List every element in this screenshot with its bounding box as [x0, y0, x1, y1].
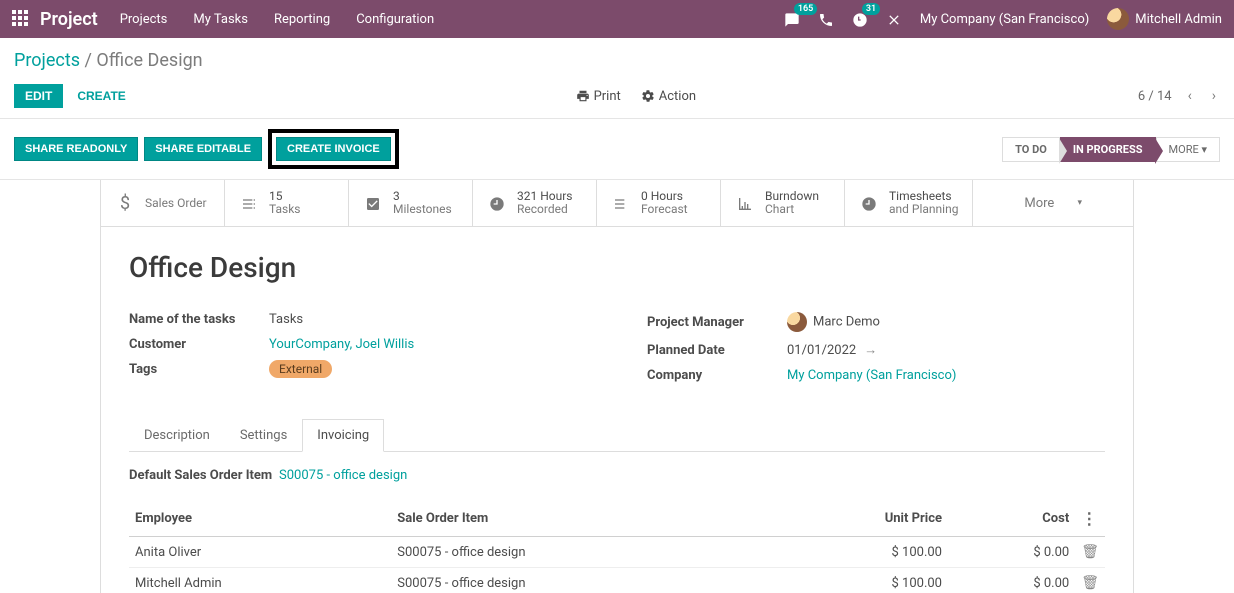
tab-invoicing[interactable]: Invoicing [302, 419, 384, 452]
value-company[interactable]: My Company (San Francisco) [787, 368, 956, 383]
tab-description[interactable]: Description [129, 419, 225, 452]
stat-hours-recorded[interactable]: 321 HoursRecorded [473, 180, 597, 226]
cell-soi: S00075 - office design [391, 537, 764, 568]
breadcrumb: Projects / Office Design [14, 50, 203, 71]
create-invoice-highlight: CREATE INVOICE [268, 129, 399, 169]
chat-badge: 165 [794, 3, 817, 15]
col-unit-price: Unit Price [764, 501, 948, 537]
record-title: Office Design [129, 251, 1105, 284]
share-readonly-button[interactable]: SHARE READONLY [14, 137, 138, 161]
cell-employee: Anita Oliver [129, 537, 391, 568]
label-tags: Tags [129, 362, 269, 377]
action-button[interactable]: Action [641, 89, 696, 104]
stat-sales-order[interactable]: $ Sales Order [101, 180, 225, 226]
systray: 165 31 My Company (San Francisco) Mitche… [784, 8, 1222, 30]
clock-icon [859, 193, 879, 214]
trash-icon[interactable]: 🗑 [1081, 575, 1099, 591]
chart-icon [735, 193, 755, 214]
cell-cost: $ 0.00 [948, 537, 1075, 568]
apps-icon[interactable] [12, 10, 30, 28]
pager-next[interactable]: › [1208, 86, 1220, 106]
user-menu[interactable]: Mitchell Admin [1107, 8, 1222, 30]
breadcrumb-current: Office Design [96, 50, 202, 71]
phone-icon[interactable] [818, 10, 834, 28]
status-in-progress[interactable]: IN PROGRESS [1060, 137, 1156, 162]
trash-icon[interactable]: 🗑 [1081, 544, 1099, 560]
create-invoice-button[interactable]: CREATE INVOICE [276, 137, 391, 161]
avatar [1107, 8, 1129, 30]
avatar [787, 312, 807, 332]
pager-prev[interactable]: ‹ [1184, 86, 1196, 106]
status-more[interactable]: MORE ▾ [1156, 137, 1220, 162]
create-button[interactable]: CREATE [69, 84, 133, 108]
share-editable-button[interactable]: SHARE EDITABLE [144, 137, 262, 161]
breadcrumb-root[interactable]: Projects [14, 50, 80, 71]
value-planned-date: 01/01/2022 [787, 343, 856, 358]
cell-employee: Mitchell Admin [129, 568, 391, 593]
close-icon[interactable] [886, 10, 902, 28]
invoicing-table: Employee Sale Order Item Unit Price Cost… [129, 501, 1105, 593]
tag-external: External [269, 360, 332, 378]
cell-soi: S00075 - office design [391, 568, 764, 593]
menu-projects[interactable]: Projects [120, 12, 168, 27]
table-row[interactable]: Mitchell AdminS00075 - office design$ 10… [129, 568, 1105, 593]
kebab-icon[interactable]: ⋮ [1081, 509, 1097, 528]
value-name-tasks: Tasks [269, 312, 303, 327]
label-name-tasks: Name of the tasks [129, 312, 269, 327]
cell-unit-price: $ 100.00 [764, 568, 948, 593]
stat-buttons: $ Sales Order 15Tasks 3Milestones 321 Ho… [100, 180, 1134, 227]
tasks-icon [239, 193, 259, 214]
arrow-right-icon: → [864, 343, 877, 358]
pager-text: 6 / 14 [1138, 89, 1172, 104]
value-default-so[interactable]: S00075 - office design [279, 468, 407, 483]
chat-icon[interactable]: 165 [784, 10, 800, 28]
label-company: Company [647, 368, 787, 383]
clock-icon [487, 193, 507, 214]
top-navbar: Project Projects My Tasks Reporting Conf… [0, 0, 1234, 38]
pager: 6 / 14 ‹ › [1138, 86, 1220, 106]
stat-hours-forecast[interactable]: 0 HoursForecast [597, 180, 721, 226]
activity-badge: 31 [862, 3, 880, 15]
cell-unit-price: $ 100.00 [764, 537, 948, 568]
notebook-tabs: Description Settings Invoicing [129, 419, 1105, 452]
status-todo[interactable]: TO DO [1002, 137, 1060, 162]
stat-timesheets[interactable]: Timesheetsand Planning [845, 180, 973, 226]
main-menu: Projects My Tasks Reporting Configuratio… [120, 12, 434, 27]
label-project-manager: Project Manager [647, 315, 787, 330]
col-cost: Cost [948, 501, 1075, 537]
form-sheet: Office Design Name of the tasks Tasks Cu… [100, 227, 1134, 593]
app-brand: Project [40, 9, 98, 30]
menu-my-tasks[interactable]: My Tasks [193, 12, 248, 27]
edit-button[interactable]: EDIT [14, 84, 63, 108]
print-button[interactable]: Print [576, 89, 621, 104]
label-customer: Customer [129, 337, 269, 352]
table-row[interactable]: Anita OliverS00075 - office design$ 100.… [129, 537, 1105, 568]
check-icon [363, 193, 383, 214]
menu-configuration[interactable]: Configuration [356, 12, 434, 27]
col-sale-order-item: Sale Order Item [391, 501, 764, 537]
menu-reporting[interactable]: Reporting [274, 12, 330, 27]
user-name: Mitchell Admin [1135, 12, 1222, 27]
stat-more[interactable]: More ▾ [973, 180, 1133, 226]
tab-settings[interactable]: Settings [225, 419, 302, 452]
forecast-icon [611, 193, 631, 214]
value-customer[interactable]: YourCompany, Joel Willis [269, 337, 414, 352]
dollar-icon: $ [115, 193, 135, 214]
company-switcher[interactable]: My Company (San Francisco) [920, 12, 1089, 27]
col-employee: Employee [129, 501, 391, 537]
label-default-so: Default Sales Order Item [129, 468, 279, 485]
label-planned-date: Planned Date [647, 343, 787, 358]
activity-icon[interactable]: 31 [852, 10, 868, 28]
cell-cost: $ 0.00 [948, 568, 1075, 593]
stat-tasks[interactable]: 15Tasks [225, 180, 349, 226]
stat-milestones[interactable]: 3Milestones [349, 180, 473, 226]
value-project-manager: Marc Demo [813, 315, 880, 330]
stat-burndown[interactable]: BurndownChart [721, 180, 845, 226]
